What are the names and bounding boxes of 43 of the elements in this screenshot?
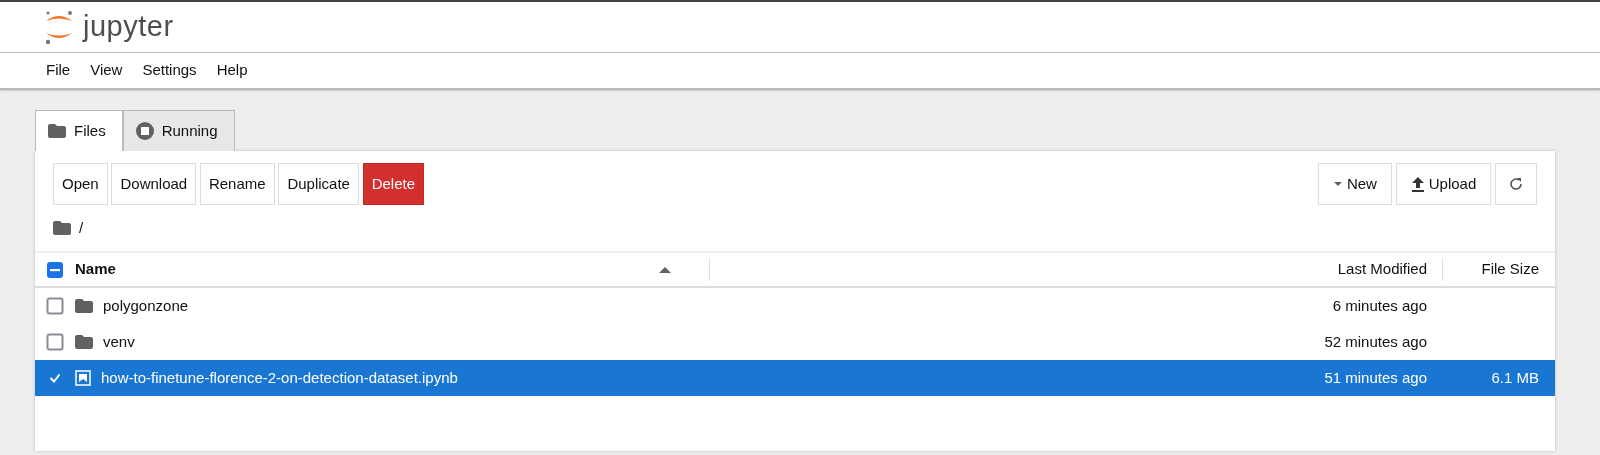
folder-icon bbox=[53, 221, 71, 235]
toolbar-button[interactable]: Rename bbox=[199, 163, 275, 205]
folder-icon bbox=[75, 335, 93, 349]
menu-item[interactable]: File bbox=[36, 59, 81, 82]
notebook-icon bbox=[75, 370, 91, 386]
upload-icon bbox=[1410, 176, 1425, 192]
file-row[interactable]: venv 52 minutes ago bbox=[35, 324, 1555, 360]
refresh-button[interactable] bbox=[1495, 163, 1537, 205]
checkbox[interactable] bbox=[46, 333, 64, 351]
file-name[interactable]: polygonzone bbox=[103, 294, 189, 318]
column-header[interactable]: Name bbox=[75, 258, 116, 281]
file-row[interactable]: polygonzone 6 minutes ago bbox=[35, 288, 1555, 324]
file-name[interactable]: how-to-finetune-florence-2-on-detection-dataset.ipynb bbox=[101, 366, 458, 390]
file-row[interactable]: how-to-finetune-florence-2-on-detection-dataset.ipynb 51 minutes ago 6.1 MB bbox=[35, 360, 1555, 396]
delete-button[interactable]: Delete bbox=[362, 163, 425, 205]
folder-icon bbox=[75, 299, 93, 313]
file-name[interactable]: venv bbox=[103, 330, 135, 354]
folder-icon bbox=[48, 124, 66, 138]
stop-icon bbox=[135, 122, 154, 140]
modified-time: 6 minutes ago bbox=[1332, 296, 1427, 314]
refresh-icon bbox=[1508, 176, 1524, 192]
menu-item[interactable]: Help bbox=[206, 59, 258, 82]
modified-time: 52 minutes ago bbox=[1324, 332, 1427, 350]
tab[interactable]: Files bbox=[35, 110, 123, 151]
checkbox[interactable] bbox=[46, 297, 64, 315]
logo-text: jupyter bbox=[83, 9, 174, 45]
sort-icon bbox=[658, 266, 671, 275]
toolbar-button[interactable]: Duplicate bbox=[278, 163, 359, 205]
column-header[interactable]: Last Modified bbox=[1337, 260, 1427, 278]
toolbar-button[interactable]: Download bbox=[111, 163, 197, 205]
file-size: 6.1 MB bbox=[1491, 368, 1539, 386]
checkbox[interactable] bbox=[46, 260, 64, 279]
toolbar-button[interactable]: New bbox=[1317, 163, 1392, 205]
menu-item[interactable]: Settings bbox=[132, 59, 207, 82]
menu-item[interactable]: View bbox=[80, 59, 133, 82]
logo-icon bbox=[43, 9, 75, 45]
toolbar-button[interactable]: Upload bbox=[1395, 163, 1492, 205]
breadcrumb-link[interactable]: / bbox=[79, 216, 84, 240]
tab[interactable]: Running bbox=[122, 110, 235, 151]
column-header[interactable]: File Size bbox=[1481, 260, 1539, 278]
modified-time: 51 minutes ago bbox=[1324, 368, 1427, 386]
caret-icon bbox=[1332, 181, 1343, 187]
toolbar-button[interactable]: Open bbox=[53, 163, 108, 205]
